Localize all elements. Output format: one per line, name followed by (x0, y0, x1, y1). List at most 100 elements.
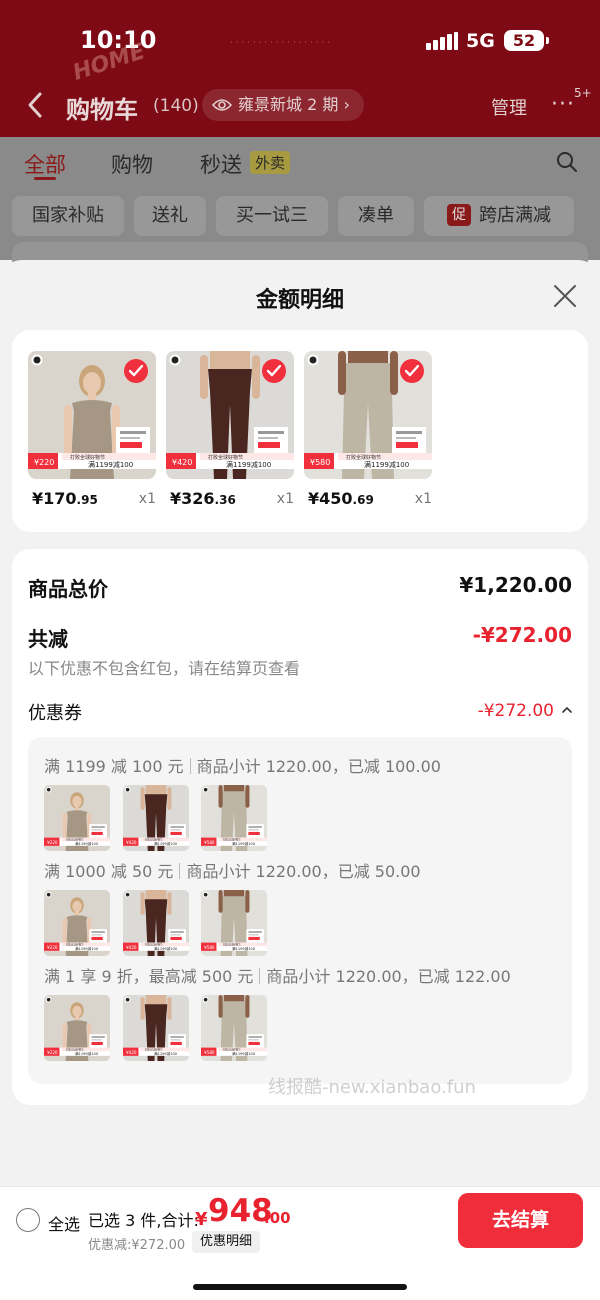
product-item[interactable]: ¥420 打败全球好物节 满1199减100 ¥326.36 x1 (166, 351, 294, 508)
filter-chip-cross-store[interactable]: 促跨店满减 (424, 196, 574, 236)
selected-check-icon[interactable] (124, 359, 148, 383)
filter-chip[interactable]: 凑单 (338, 196, 414, 236)
coupon-rule-line: 满 1 享 9 折，最高减 500 元商品小计 1220.00，已减 122.0… (44, 967, 511, 986)
svg-text:打败全球好物节: 打败全球好物节 (145, 943, 163, 947)
coupon-value[interactable]: -¥272.00 (478, 701, 554, 721)
svg-text:¥580: ¥580 (204, 840, 215, 845)
svg-text:打败全球好物节: 打败全球好物节 (145, 838, 163, 842)
product-item[interactable]: ¥220 打败全球好物节 满1199减100 ¥170.95 x1 (28, 351, 156, 508)
cart-count: (140) (153, 96, 199, 116)
svg-text:打败全球好物节: 打败全球好物节 (66, 1048, 84, 1052)
svg-text:满1199减100: 满1199减100 (88, 460, 133, 469)
svg-text:满1199减100: 满1199减100 (154, 946, 178, 951)
select-all-label[interactable]: 全选 (48, 1211, 80, 1235)
svg-text:满1199减100: 满1199减100 (75, 841, 99, 846)
svg-text:满1199减100: 满1199减100 (75, 946, 99, 951)
selected-count: 已选 3 件,合计: (88, 1211, 199, 1230)
watermark-text: 线报酷-new.xianbao.fun (268, 1077, 476, 1098)
coupon-product-thumb: ¥580 打败全球好物节 满1199减100 (201, 995, 267, 1061)
header-watermark: · · · · · · · · · · · · · · · · · · (230, 38, 331, 48)
status-bar: 10:10 · · · · · · · · · · · · · · · · · … (0, 0, 600, 86)
discount-summary: 优惠减:¥272.00 (88, 1238, 186, 1253)
svg-text:¥580: ¥580 (204, 945, 215, 950)
price-details-card: 商品总价 ¥1,220.00 共减 -¥272.00 以下优惠不包含红包，请在结… (12, 549, 588, 1105)
filter-chip[interactable]: 买一试三 (216, 196, 328, 236)
product-quantity: x1 (138, 491, 156, 507)
svg-text:满1199减100: 满1199减100 (232, 946, 256, 951)
filter-chip-label: 跨店满减 (479, 205, 551, 226)
svg-text:满1199减100: 满1199减100 (232, 1051, 256, 1056)
svg-text:打败全球好物节: 打败全球好物节 (223, 943, 241, 947)
total-discount-label: 共减 (28, 627, 68, 651)
sheet-title: 金额明细 (255, 288, 344, 313)
close-icon[interactable] (553, 284, 577, 308)
checkout-button[interactable]: 去结算 (458, 1193, 583, 1248)
product-quantity: x1 (414, 491, 432, 507)
more-icon[interactable]: ··· (551, 92, 575, 117)
network-type: 5G (466, 30, 495, 52)
svg-text:¥420: ¥420 (172, 458, 192, 467)
svg-text:满1199减100: 满1199减100 (226, 460, 271, 469)
svg-text:打败全球好物节: 打败全球好物节 (223, 838, 241, 842)
selected-check-icon[interactable] (262, 359, 286, 383)
svg-text:打败全球好物节: 打败全球好物节 (70, 454, 105, 461)
svg-text:满1199减100: 满1199减100 (154, 1051, 178, 1056)
promo-badge: 促 (447, 204, 471, 226)
selected-check-icon[interactable] (400, 359, 424, 383)
eye-icon (212, 99, 232, 111)
manage-button[interactable]: 管理 (491, 94, 527, 120)
svg-text:¥220: ¥220 (47, 945, 58, 950)
selected-products-card: ¥220 打败全球好物节 满1199减100 ¥170.95 x1 ¥420 打… (12, 330, 588, 532)
svg-text:打败全球好物节: 打败全球好物节 (223, 1048, 241, 1052)
discount-detail-button[interactable]: 优惠明细 (192, 1231, 261, 1253)
svg-text:打败全球好物节: 打败全球好物节 (346, 454, 381, 461)
coupon-product-thumb: ¥580 打败全球好物节 满1199减100 (201, 890, 267, 956)
takeout-badge: 外卖 (250, 151, 291, 174)
coupon-product-thumb: ¥220 打败全球好物节 满1199减100 (44, 890, 110, 956)
svg-text:满1199减100: 满1199减100 (232, 841, 256, 846)
svg-text:打败全球好物节: 打败全球好物节 (66, 838, 84, 842)
coupon-label[interactable]: 优惠券 (28, 699, 82, 725)
coupon-product-thumb: ¥420 打败全球好物节 满1199减100 (123, 890, 189, 956)
svg-text:满1199减100: 满1199减100 (75, 1051, 99, 1056)
total-discount-value: -¥272.00 (472, 623, 572, 647)
product-price: ¥450.69 (308, 489, 374, 508)
svg-text:¥420: ¥420 (126, 1050, 137, 1055)
filter-chip[interactable]: 送礼 (134, 196, 206, 236)
checkout-bar: 全选 已选 3 件,合计: ¥ 948 .00 优惠减:¥272.00 优惠明细… (0, 1186, 600, 1300)
filter-chip[interactable]: 国家补贴 (12, 196, 124, 236)
page-title: 购物车 (66, 96, 138, 124)
product-image[interactable]: ¥420 打败全球好物节 满1199减100 (166, 351, 294, 479)
coupon-product-thumb: ¥420 打败全球好物节 满1199减100 (123, 785, 189, 851)
svg-text:打败全球好物节: 打败全球好物节 (145, 1048, 163, 1052)
sum-decimal: .00 (264, 1209, 291, 1227)
chevron-right-icon: › (343, 95, 350, 114)
back-arrow-icon[interactable] (24, 90, 48, 120)
signal-icon (426, 32, 458, 50)
chevron-up-icon[interactable] (560, 705, 574, 715)
product-image[interactable]: ¥220 打败全球好物节 满1199减100 (28, 351, 156, 479)
product-price: ¥326.36 (170, 489, 236, 508)
product-image[interactable]: ¥580 打败全球好物节 满1199减100 (304, 351, 432, 479)
tab-shopping[interactable]: 购物 (111, 149, 153, 179)
home-indicator (193, 1284, 407, 1290)
coupon-rule-line: 满 1000 减 50 元商品小计 1220.00，已减 50.00 (44, 862, 421, 881)
total-price-label: 商品总价 (28, 577, 108, 601)
sum-currency: ¥ (195, 1209, 208, 1230)
select-all-radio[interactable] (16, 1208, 40, 1232)
svg-text:打败全球好物节: 打败全球好物节 (66, 943, 84, 947)
cart-header: 10:10 · · · · · · · · · · · · · · · · · … (0, 0, 600, 137)
cart-tabs: 全部 购物 秒送 外卖 (0, 137, 600, 187)
total-price-value: ¥1,220.00 (459, 573, 572, 597)
svg-text:¥420: ¥420 (126, 945, 137, 950)
location-label: 雍景新城 2 期 (238, 95, 339, 114)
search-icon[interactable] (556, 151, 578, 173)
amount-detail-sheet: 金额明细 ¥220 打败全球好物节 满1199减100 ¥170.95 x1 ¥… (0, 260, 600, 1300)
tab-instant[interactable]: 秒送 (200, 149, 242, 179)
product-item[interactable]: ¥580 打败全球好物节 满1199减100 ¥450.69 x1 (304, 351, 432, 508)
battery-icon: 52 (504, 30, 549, 51)
tab-all[interactable]: 全部 (24, 149, 66, 179)
location-selector[interactable]: 雍景新城 2 期 › (202, 89, 364, 121)
coupon-rule-line: 满 1199 减 100 元商品小计 1220.00，已减 100.00 (44, 757, 441, 776)
coupon-breakdown: 满 1199 减 100 元商品小计 1220.00，已减 100.00 ¥22… (28, 737, 572, 1084)
